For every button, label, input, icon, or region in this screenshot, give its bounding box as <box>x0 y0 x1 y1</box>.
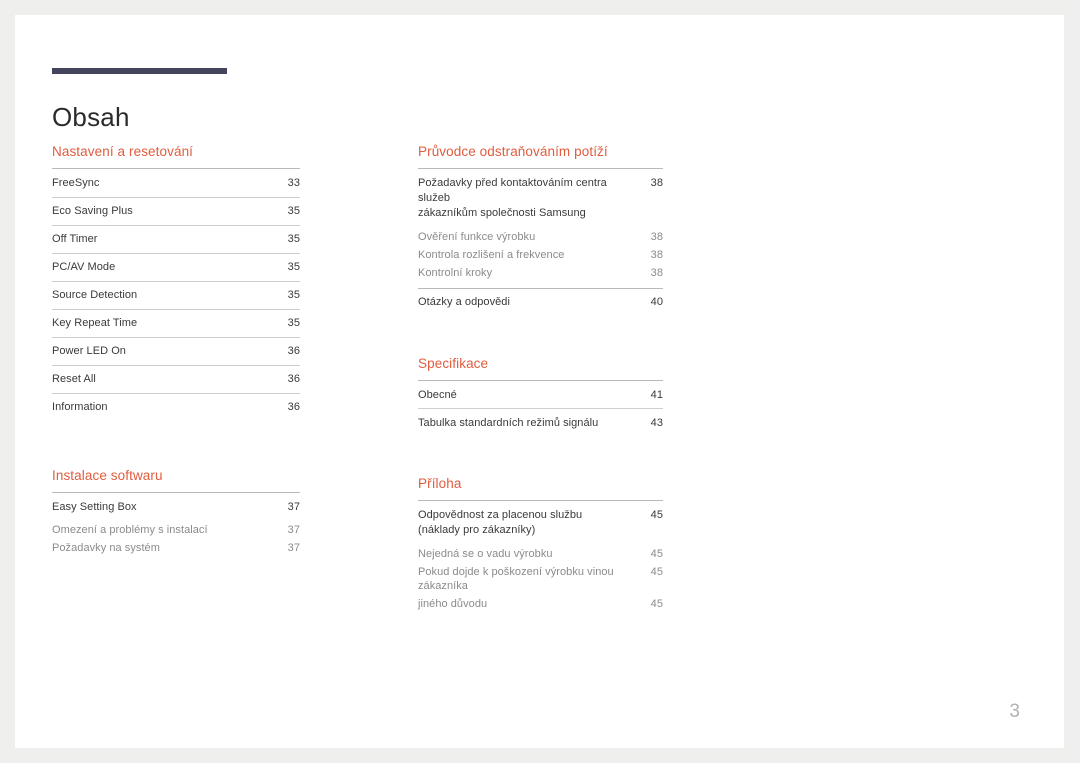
section-heading: Průvodce odstraňováním potíží <box>418 143 663 169</box>
toc-entry[interactable]: Omezení a problémy s instalací 37 <box>52 521 300 539</box>
toc-entry-label: Požadavky na systém <box>52 541 160 554</box>
toc-entry-page-number: 35 <box>287 261 300 273</box>
toc-section-pruvodce-odstranovanim-potizi: Průvodce odstraňováním potíží Požadavky p… <box>418 143 663 317</box>
toc-entry-page-number: 35 <box>287 233 300 245</box>
toc-entry-label: Odpovědnost za placenou službu (náklady … <box>418 509 583 536</box>
toc-entry[interactable]: Easy Setting Box 37 <box>52 493 300 522</box>
toc-entry[interactable]: Kontrolní kroky 38 <box>418 265 663 283</box>
toc-entry-page-number: 45 <box>650 548 663 560</box>
toc-entry-label: Omezení a problémy s instalací <box>52 523 208 536</box>
toc-entry-label: Kontrolní kroky <box>418 267 493 279</box>
toc-entry-label: Easy Setting Box <box>52 500 137 513</box>
toc-entry-page-number: 40 <box>650 296 663 308</box>
toc-entry-page-number: 35 <box>287 317 300 329</box>
toc-entry-label: Power LED On <box>52 345 126 357</box>
section-heading: Příloha <box>418 475 663 501</box>
toc-entry[interactable]: Odpovědnost za placenou službu (náklady … <box>418 501 663 546</box>
toc-entry[interactable]: jiného důvodu 45 <box>418 596 663 614</box>
section-heading: Specifikace <box>418 355 663 381</box>
toc-list: Easy Setting Box 37 Omezení a problémy s i… <box>52 493 300 558</box>
toc-column-right: Průvodce odstraňováním potíží Požadavky p… <box>418 143 663 614</box>
toc-list: Požadavky před kontaktováním centra služ… <box>418 169 663 317</box>
toc-entry-page-number: 45 <box>650 598 663 610</box>
toc-entry-label: Reset All <box>52 373 96 385</box>
toc-entry[interactable]: Reset All 36 <box>52 366 300 394</box>
toc-entry-page-number: 37 <box>287 500 300 513</box>
toc-entry-label: Kontrola rozlišení a frekvence <box>418 249 565 261</box>
toc-entry-label: Information <box>52 401 108 413</box>
toc-entry[interactable]: Kontrola rozlišení a frekvence 38 <box>418 247 663 265</box>
toc-entry-label: Tabulka standardních režimů signálu <box>418 416 599 429</box>
toc-entry-label: FreeSync <box>52 177 100 189</box>
toc-entry-label: Eco Saving Plus <box>52 205 133 217</box>
toc-list: Odpovědnost za placenou službu (náklady … <box>418 501 663 614</box>
toc-entry-label: Pokud dojde k poškození výrobku vinou zá… <box>418 566 614 592</box>
toc-entry-page-number: 38 <box>650 249 663 261</box>
toc-entry-page-number: 38 <box>650 231 663 243</box>
title-rule <box>52 68 227 74</box>
toc-entry-label: Obecné <box>418 388 457 401</box>
toc-entry-page-number: 36 <box>287 401 300 413</box>
toc-entry-page-number: 45 <box>650 566 663 578</box>
toc-entry-page-number: 37 <box>287 523 300 536</box>
page-number: 3 <box>1009 701 1020 722</box>
toc-entry[interactable]: Otázky a odpovědi 40 <box>418 287 663 317</box>
toc-entry-page-number: 36 <box>287 373 300 385</box>
toc-entry[interactable]: Key Repeat Time 35 <box>52 310 300 338</box>
toc-entry-page-number: 35 <box>287 205 300 217</box>
toc-entry-label: Otázky a odpovědi <box>418 296 510 308</box>
toc-entry-label: Key Repeat Time <box>52 317 138 329</box>
toc-entry-page-number: 36 <box>287 345 300 357</box>
toc-entry[interactable]: Off Timer 35 <box>52 226 300 254</box>
toc-entry-page-number: 43 <box>650 416 663 429</box>
toc-entry-page-number: 38 <box>650 267 663 279</box>
toc-entry-label: jiného důvodu <box>418 598 488 610</box>
toc-entry[interactable]: Eco Saving Plus 35 <box>52 198 300 226</box>
toc-entry[interactable]: Source Detection 35 <box>52 282 300 310</box>
toc-entry[interactable]: PC/AV Mode 35 <box>52 254 300 282</box>
toc-section-instalace-softwaru: Instalace softwaru Easy Setting Box 37 Omez… <box>52 467 300 558</box>
toc-entry[interactable]: Information 36 <box>52 394 300 422</box>
toc-entry-page-number: 33 <box>287 177 300 189</box>
toc-section-nastaveni-a-resetovani: Nastavení a resetování FreeSync 33 Eco Savi… <box>52 143 300 422</box>
toc-entry-label: Požadavky před kontaktováním centra služ… <box>418 177 607 219</box>
toc-entry[interactable]: Nejedná se o vadu výrobku 45 <box>418 546 663 564</box>
toc-list: FreeSync 33 Eco Saving Plus 35 Off Timer 35 PC… <box>52 169 300 422</box>
page-title: Obsah <box>52 102 130 133</box>
toc-entry-label: PC/AV Mode <box>52 261 116 273</box>
toc-entry-page-number: 37 <box>287 541 300 554</box>
toc-entry-label: Nejedná se o vadu výrobku <box>418 548 553 560</box>
toc-entry-page-number: 38 <box>650 177 663 189</box>
toc-entry[interactable]: Ověření funkce výrobku 38 <box>418 229 663 247</box>
toc-entry-page-number: 35 <box>287 289 300 301</box>
section-heading: Instalace softwaru <box>52 467 300 493</box>
section-heading: Nastavení a resetování <box>52 143 300 169</box>
toc-entry[interactable]: Obecné 41 <box>418 381 663 409</box>
toc-column-left: Nastavení a resetování FreeSync 33 Eco Savi… <box>52 143 300 557</box>
toc-list: Obecné 41 Tabulka standardních režimů sign… <box>418 381 663 438</box>
toc-section-priloha: Příloha Odpovědnost za placenou službu (n… <box>418 475 663 614</box>
toc-entry[interactable]: Požadavky na systém 37 <box>52 539 300 557</box>
toc-entry[interactable]: Pokud dojde k poškození výrobku vinou zá… <box>418 564 663 596</box>
toc-entry[interactable]: FreeSync 33 <box>52 169 300 198</box>
toc-entry-label: Source Detection <box>52 289 138 301</box>
toc-entry[interactable]: Power LED On 36 <box>52 338 300 366</box>
toc-entry-page-number: 41 <box>650 388 663 401</box>
document-page: Obsah Nastavení a resetování FreeSync 33 Ec… <box>15 15 1064 748</box>
toc-entry-label: Ověření funkce výrobku <box>418 231 536 243</box>
toc-entry-label: Off Timer <box>52 233 98 245</box>
toc-entry[interactable]: Požadavky před kontaktováním centra služ… <box>418 169 663 229</box>
toc-entry[interactable]: Tabulka standardních režimů signálu 43 <box>418 409 663 437</box>
toc-section-specifikace: Specifikace Obecné 41 Tabulka standardních … <box>418 355 663 438</box>
toc-entry-page-number: 45 <box>650 509 663 521</box>
